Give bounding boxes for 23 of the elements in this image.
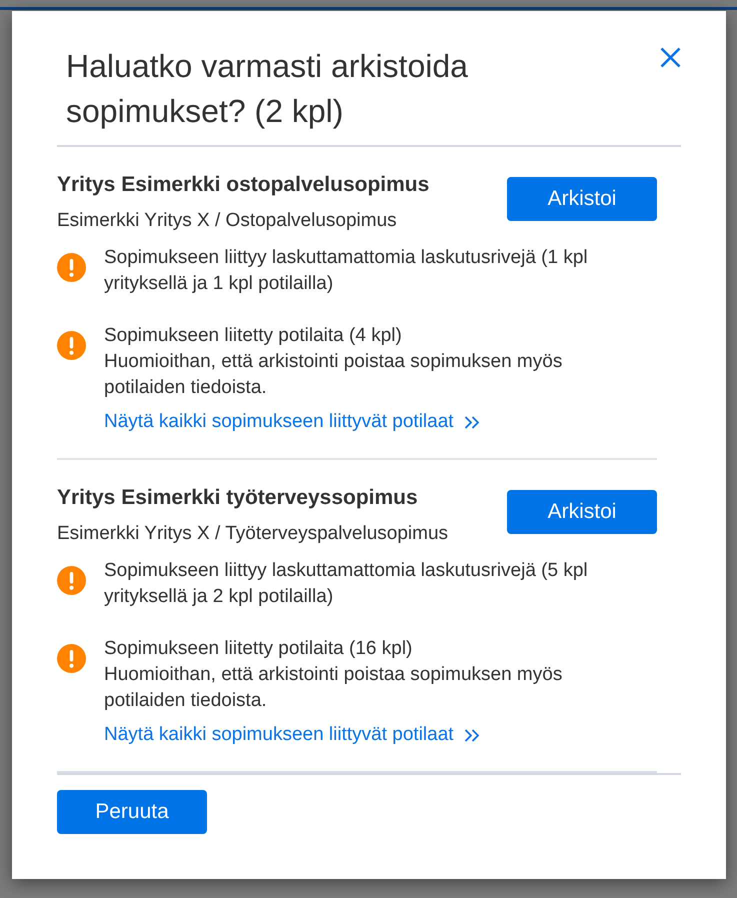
contract-title: Yritys Esimerkki ostopalvelusopimus — [57, 172, 430, 198]
warning-icon — [57, 566, 86, 595]
warning-text: Huomioithan, että arkistointi poistaa sopimuksen myös potilaiden tiedoista. — [104, 350, 564, 400]
warning-icon — [57, 331, 86, 360]
patients-link[interactable]: Näytä kaikki sopimukseen liittyvät potilaat — [104, 409, 480, 435]
archive-button[interactable]: Arkistoi — [507, 177, 657, 221]
warning-text: Sopimukseen liittyy laskuttamattomia laskutusrivejä (5 kpl yrityksellä ja 2 kpl potilailla) — [104, 559, 589, 609]
double-chevron-icon — [464, 728, 480, 742]
dialog-title: Haluatko varmasti arkistoida sopimukset? (2 kpl) — [66, 47, 469, 131]
warning-text: Sopimukseen liitetty potilaita (4 kpl) — [104, 324, 402, 348]
warning-text: Sopimukseen liitetty potilaita (16 kpl) — [104, 637, 412, 661]
warning-icon — [57, 253, 86, 282]
contract-subtitle: Esimerkki Yritys X / Työterveyspalvelusopimus — [57, 522, 448, 546]
contract-title: Yritys Esimerkki työterveyssopimus — [57, 485, 419, 511]
warning-text: Huomioithan, että arkistointi poistaa sopimuksen myös potilaiden tiedoista. — [104, 663, 564, 713]
warning-icon — [57, 644, 86, 673]
close-icon[interactable] — [660, 47, 681, 68]
cancel-button[interactable]: Peruuta — [57, 790, 207, 834]
patients-link[interactable]: Näytä kaikki sopimukseen liittyvät potilaat — [104, 722, 480, 748]
contract-subtitle: Esimerkki Yritys X / Ostopalvelusopimus — [57, 209, 398, 233]
warning-text: Sopimukseen liittyy laskuttamattomia laskutusrivejä (1 kpl yrityksellä ja 1 kpl potilailla) — [104, 246, 589, 296]
archive-button[interactable]: Arkistoi — [507, 490, 657, 534]
double-chevron-icon — [464, 416, 480, 428]
